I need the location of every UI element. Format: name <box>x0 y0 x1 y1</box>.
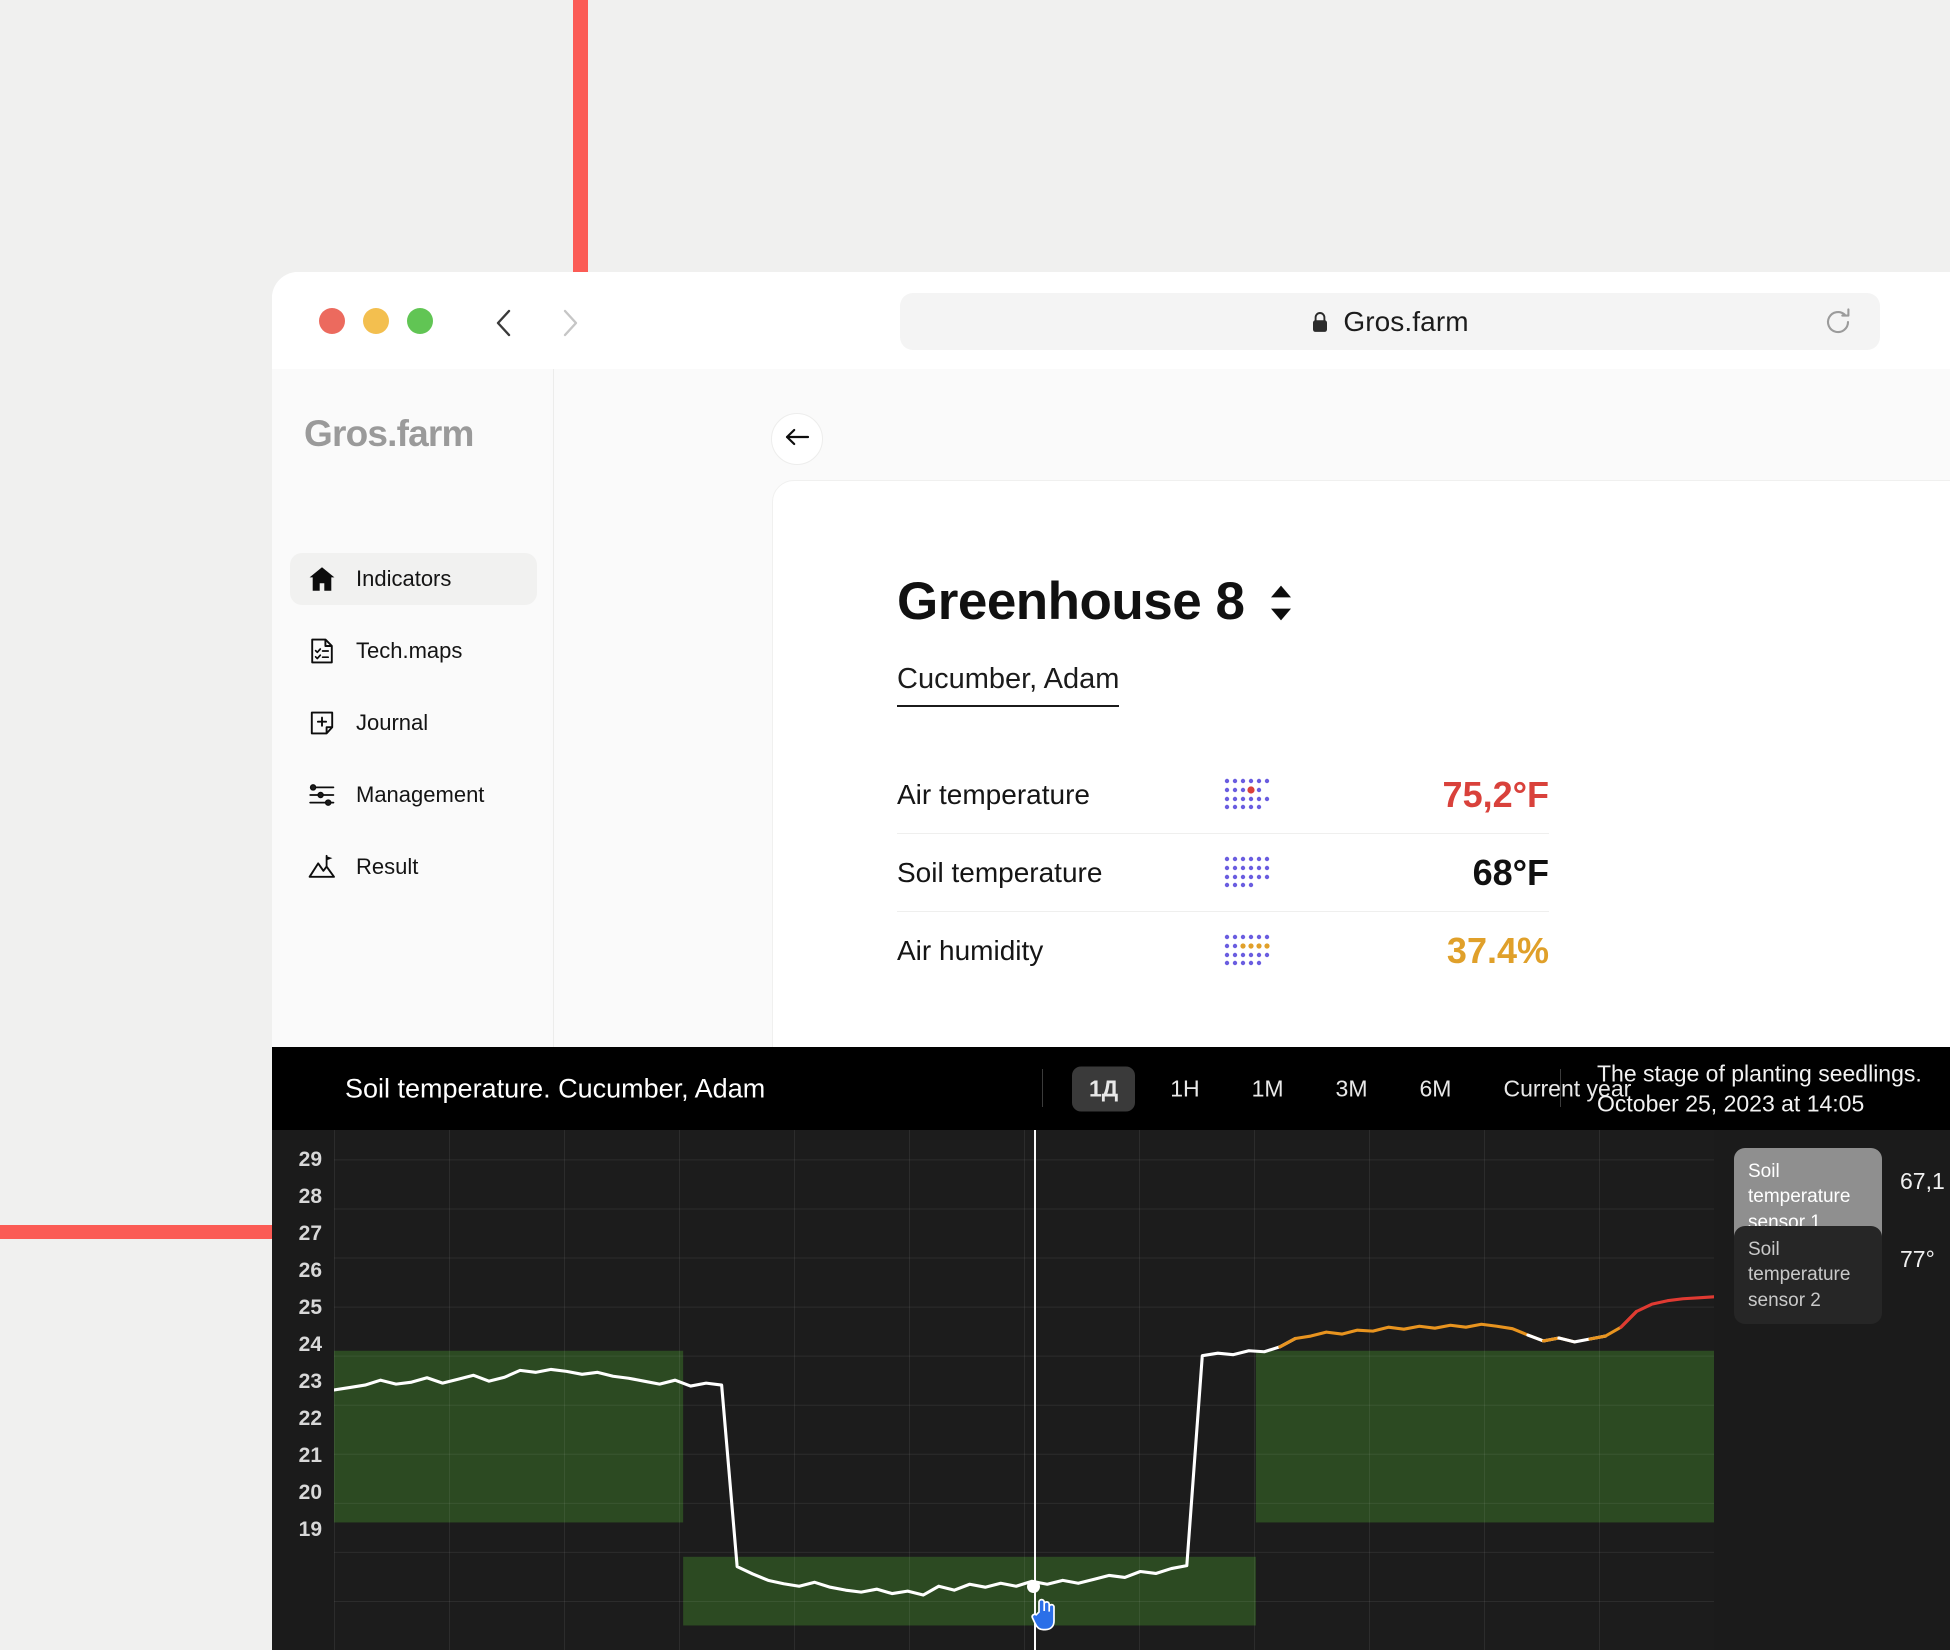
range-option-3m[interactable]: 3M <box>1319 1066 1385 1111</box>
range-selector: 1Д 1Н 1M 3M 6M Current year <box>1072 1066 1648 1111</box>
sidebar-item-management[interactable]: Management <box>290 769 537 821</box>
chart-header: Soil temperature. Cucumber, Adam 1Д 1Н 1… <box>272 1047 1950 1130</box>
reload-icon[interactable] <box>1823 307 1853 337</box>
plot-area: 29 28 27 26 25 24 23 22 21 20 19 Soil te… <box>272 1130 1950 1650</box>
range-option-1d[interactable]: 1Д <box>1072 1066 1136 1111</box>
y-tick: 29 <box>298 1148 322 1171</box>
chart-canvas[interactable] <box>334 1130 1714 1650</box>
stage-line-2: October 25, 2023 at 14:05 <box>1597 1090 1865 1117</box>
mountain-flag-icon <box>307 852 337 882</box>
indicator-name: Air humidity <box>897 935 1044 966</box>
indicator-name: Soil temperature <box>897 856 1103 888</box>
chart-svg <box>334 1130 1714 1650</box>
chart-title: Soil temperature. Cucumber, Adam <box>345 1073 766 1103</box>
sidebar-item-label: Management <box>356 782 485 807</box>
note-plus-icon <box>307 708 337 738</box>
chart-panel: Soil temperature. Cucumber, Adam 1Д 1Н 1… <box>272 1047 1950 1650</box>
divider <box>1560 1069 1561 1107</box>
crop-selector[interactable]: Cucumber, Adam <box>897 663 1120 707</box>
y-tick: 25 <box>298 1296 322 1319</box>
y-tick: 28 <box>298 1185 322 1208</box>
back-button[interactable] <box>771 413 823 465</box>
sidebar-item-label: Journal <box>356 710 429 735</box>
minimize-window-button[interactable] <box>363 307 389 334</box>
lock-icon <box>1311 311 1329 333</box>
brand-logo: Gros.farm <box>304 413 474 454</box>
y-axis: 29 28 27 26 25 24 23 22 21 20 19 <box>272 1130 334 1650</box>
chevron-left-icon[interactable] <box>491 308 517 336</box>
browser-nav-arrows <box>491 308 583 336</box>
dot-matrix-icon <box>1223 775 1275 815</box>
accent-bar-vertical <box>573 0 588 275</box>
y-tick: 27 <box>298 1222 322 1245</box>
chart-cursor-point <box>1027 1579 1041 1593</box>
document-checklist-icon <box>307 636 337 666</box>
y-tick: 20 <box>298 1481 322 1504</box>
range-option-1w[interactable]: 1Н <box>1153 1066 1216 1111</box>
sensor-legend: Soil temperature sensor 1 67,1 Soil temp… <box>1724 1130 1950 1650</box>
home-icon <box>307 564 337 594</box>
range-option-6m[interactable]: 6M <box>1403 1066 1469 1111</box>
indicator-list: Air temperature 75,2°F Soil temperature … <box>897 756 1549 990</box>
url-content: Gros.farm <box>1311 305 1469 338</box>
sidebar-item-journal[interactable]: Journal <box>290 697 537 749</box>
legend-label-line-1: Soil temperature <box>1748 1161 1851 1208</box>
sidebar-item-label: Result <box>356 854 419 879</box>
indicator-row[interactable]: Soil temperature 68°F <box>897 834 1549 912</box>
range-option-1m[interactable]: 1M <box>1235 1066 1301 1111</box>
indicator-row[interactable]: Air temperature 75,2°F <box>897 756 1549 834</box>
dot-matrix-icon <box>1223 853 1275 893</box>
chevron-up-down-icon[interactable] <box>1266 582 1296 622</box>
stage-info: The stage of planting seedlings. October… <box>1597 1058 1922 1119</box>
sidebar-item-result[interactable]: Result <box>290 841 537 893</box>
legend-value-sensor-2: 77° <box>1900 1246 1935 1272</box>
greenhouse-title-text: Greenhouse 8 <box>897 572 1245 631</box>
maximize-window-button[interactable] <box>407 307 433 334</box>
divider <box>1042 1069 1043 1107</box>
legend-label-line-1: Soil temperature <box>1748 1239 1851 1286</box>
y-tick: 24 <box>298 1333 322 1356</box>
url-text: Gros.farm <box>1343 305 1469 337</box>
sidebar-item-label: Tech.maps <box>356 638 463 663</box>
legend-label-line-2: sensor 2 <box>1748 1289 1821 1311</box>
legend-value-sensor-1: 67,1 <box>1900 1168 1945 1194</box>
hand-pointer-icon <box>1030 1596 1060 1632</box>
arrow-left-icon <box>784 427 810 452</box>
chart-cursor-line[interactable] <box>1033 1130 1036 1650</box>
indicator-value: 75,2°F <box>1442 773 1549 815</box>
accent-bar-horizontal <box>0 1225 272 1239</box>
indicator-value: 68°F <box>1472 851 1549 893</box>
indicator-row[interactable]: Air humidity 37.4% <box>897 912 1549 990</box>
y-tick: 26 <box>298 1259 322 1282</box>
page-title: Greenhouse 8 <box>897 571 1296 632</box>
sidebar-item-indicators[interactable]: Indicators <box>290 553 537 605</box>
sidebar-item-label: Indicators <box>356 566 452 591</box>
legend-item-sensor-2[interactable]: Soil temperature sensor 2 <box>1734 1226 1882 1324</box>
chevron-right-icon[interactable] <box>557 308 583 336</box>
indicator-name: Air temperature <box>897 778 1090 810</box>
sliders-icon <box>307 780 337 810</box>
sidebar-item-tech-maps[interactable]: Tech.maps <box>290 625 537 677</box>
browser-titlebar: Gros.farm <box>272 272 1950 369</box>
indicator-value: 37.4% <box>1446 930 1549 971</box>
sidebar-nav: Indicators Tech.maps Journal Management … <box>290 553 537 913</box>
y-tick: 19 <box>298 1518 322 1541</box>
address-bar[interactable]: Gros.farm <box>900 293 1880 350</box>
y-tick: 23 <box>298 1370 322 1393</box>
screenshot-root: Gros.farm Gros.farm Indicators Tech.maps… <box>0 0 1950 1650</box>
dot-matrix-icon <box>1223 931 1275 971</box>
y-tick: 22 <box>298 1407 322 1430</box>
window-controls <box>319 307 433 334</box>
stage-line-1: The stage of planting seedlings. <box>1597 1060 1922 1087</box>
y-tick: 21 <box>298 1444 322 1467</box>
close-window-button[interactable] <box>319 307 345 334</box>
